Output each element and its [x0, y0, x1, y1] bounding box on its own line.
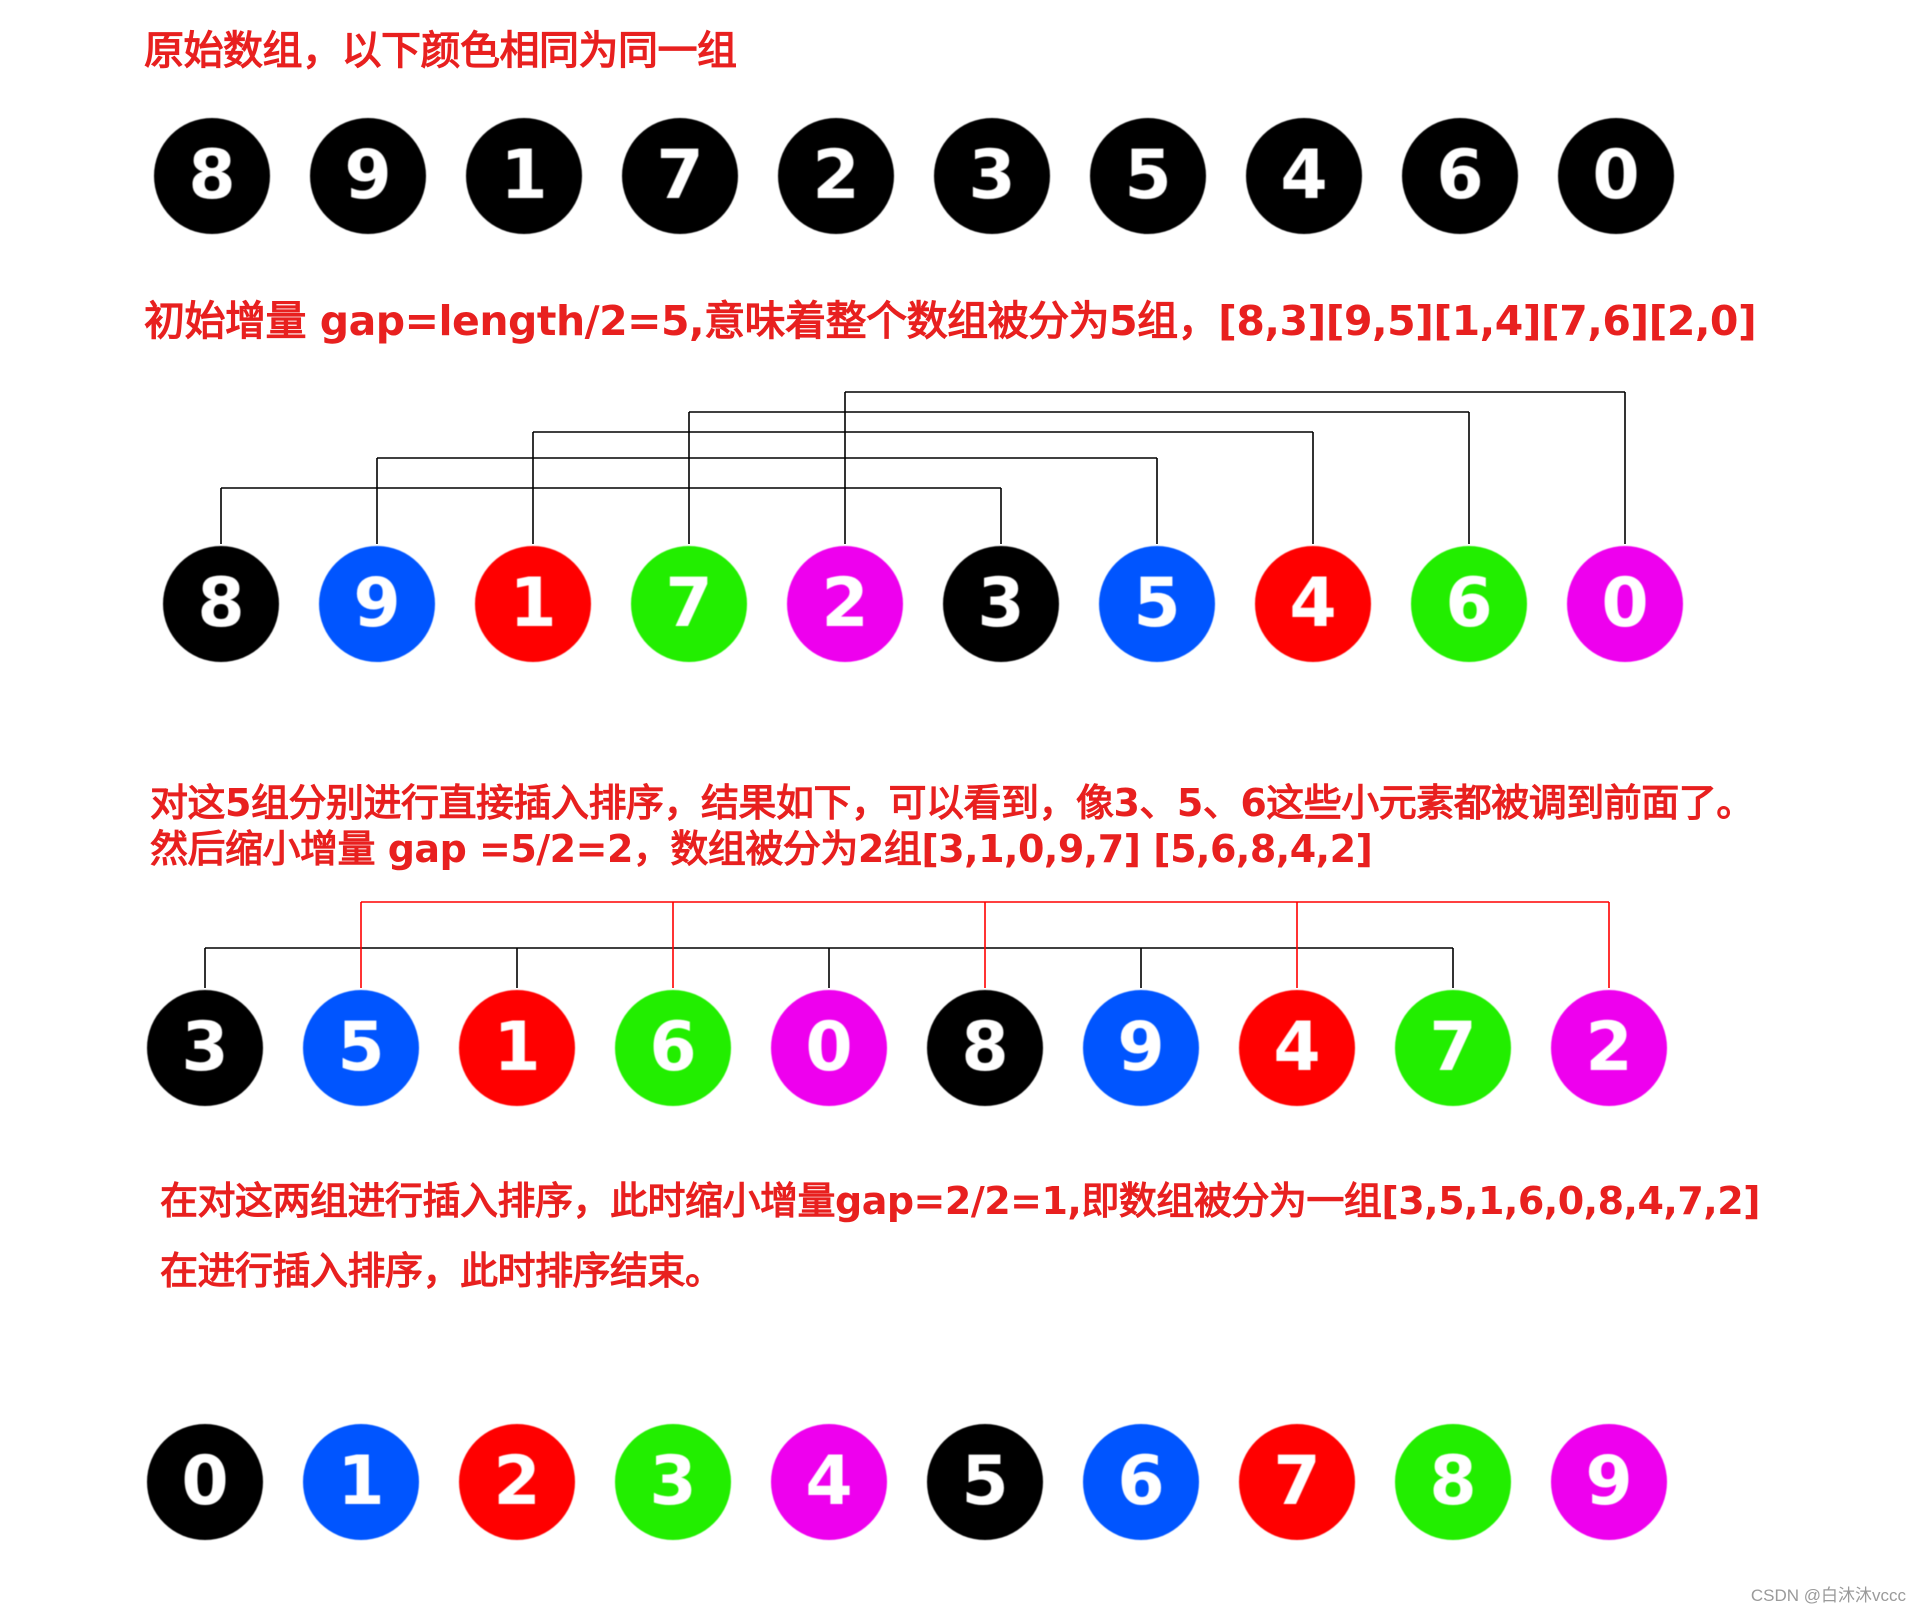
ball-row2-5: 2	[787, 546, 903, 662]
ball-row4-6: 5	[927, 1424, 1043, 1540]
ball-row3-10: 2	[1551, 990, 1667, 1106]
ball-value: 8	[961, 1008, 1009, 1087]
ball-row3-1: 3	[147, 990, 263, 1106]
ball-value: 4	[1273, 1008, 1321, 1087]
ball-row1-6: 3	[934, 118, 1050, 234]
ball-row1-9: 6	[1402, 118, 1518, 234]
ball-row3-8: 4	[1239, 990, 1355, 1106]
ball-row2-8: 4	[1255, 546, 1371, 662]
ball-value: 7	[1429, 1008, 1477, 1087]
ball-row1-3: 1	[466, 118, 582, 234]
caption-gap-5: 初始增量 gap=length/2=5,意味着整个数组被分为5组，[8,3][9…	[144, 297, 1757, 345]
ball-value: 2	[812, 136, 860, 215]
ball-value: 4	[1289, 564, 1337, 643]
ball-value: 6	[1436, 136, 1484, 215]
ball-value: 5	[337, 1008, 385, 1087]
ball-value: 7	[665, 564, 713, 643]
ball-row2-9: 6	[1411, 546, 1527, 662]
ball-row4-3: 2	[459, 1424, 575, 1540]
ball-value: 6	[1117, 1442, 1165, 1521]
ball-value: 8	[188, 136, 236, 215]
ball-value: 6	[1445, 564, 1493, 643]
ball-value: 1	[337, 1442, 385, 1521]
ball-row3-7: 9	[1083, 990, 1199, 1106]
ball-row3-4: 6	[615, 990, 731, 1106]
ball-row4-4: 3	[615, 1424, 731, 1540]
ball-row4-9: 8	[1395, 1424, 1511, 1540]
caption-after-gap5-line2: 然后缩小增量 gap =5/2=2，数组被分为2组[3,1,0,9,7] [5,…	[150, 827, 1373, 871]
ball-row1-2: 9	[310, 118, 426, 234]
watermark: CSDN @白沐沐vccc	[1750, 1586, 1906, 1605]
ball-row2-10: 0	[1567, 546, 1683, 662]
ball-value: 7	[656, 136, 704, 215]
ball-value: 1	[500, 136, 548, 215]
ball-row3-5: 0	[771, 990, 887, 1106]
ball-row2-3: 1	[475, 546, 591, 662]
ball-row3-2: 5	[303, 990, 419, 1106]
ball-value: 9	[344, 136, 392, 215]
ball-row2-1: 8	[163, 546, 279, 662]
ball-value: 1	[509, 564, 557, 643]
ball-row1-1: 8	[154, 118, 270, 234]
ball-row4-2: 1	[303, 1424, 419, 1540]
ball-row1-10: 0	[1558, 118, 1674, 234]
ball-row2-6: 3	[943, 546, 1059, 662]
ball-value: 4	[1280, 136, 1328, 215]
ball-value: 3	[977, 564, 1025, 643]
ball-value: 9	[353, 564, 401, 643]
caption-gap-1-line2: 在进行插入排序，此时排序结束。	[160, 1249, 723, 1293]
ball-value: 2	[493, 1442, 541, 1521]
caption-gap-1-line1: 在对这两组进行插入排序，此时缩小增量gap=2/2=1,即数组被分为一组[3,5…	[160, 1179, 1761, 1223]
ball-value: 7	[1273, 1442, 1321, 1521]
ball-row3-6: 8	[927, 990, 1043, 1106]
ball-row4-5: 4	[771, 1424, 887, 1540]
ball-value: 5	[1133, 564, 1181, 643]
ball-value: 5	[961, 1442, 1009, 1521]
ball-value: 8	[1429, 1442, 1477, 1521]
ball-value: 9	[1585, 1442, 1633, 1521]
ball-row3-9: 7	[1395, 990, 1511, 1106]
ball-row2-7: 5	[1099, 546, 1215, 662]
ball-value: 0	[1601, 564, 1649, 643]
ball-row4-8: 7	[1239, 1424, 1355, 1540]
caption-after-gap5-line1: 对这5组分别进行直接插入排序，结果如下，可以看到，像3、5、6这些小元素都被调到…	[150, 781, 1754, 825]
ball-value: 4	[805, 1442, 853, 1521]
ball-row4-1: 0	[147, 1424, 263, 1540]
ball-value: 6	[649, 1008, 697, 1087]
ball-row4-10: 9	[1551, 1424, 1667, 1540]
ball-value: 9	[1117, 1008, 1165, 1087]
ball-row2-2: 9	[319, 546, 435, 662]
ball-row1-8: 4	[1246, 118, 1362, 234]
ball-value: 2	[821, 564, 869, 643]
ball-value: 3	[181, 1008, 229, 1087]
ball-row3-3: 1	[459, 990, 575, 1106]
ball-value: 0	[1592, 136, 1640, 215]
ball-value: 3	[968, 136, 1016, 215]
ball-row1-5: 2	[778, 118, 894, 234]
ball-value: 0	[181, 1442, 229, 1521]
ball-value: 3	[649, 1442, 697, 1521]
ball-value: 1	[493, 1008, 541, 1087]
ball-row1-4: 7	[622, 118, 738, 234]
ball-value: 2	[1585, 1008, 1633, 1087]
ball-value: 0	[805, 1008, 853, 1087]
ball-value: 5	[1124, 136, 1172, 215]
ball-value: 8	[197, 564, 245, 643]
ball-row1-7: 5	[1090, 118, 1206, 234]
caption-original-array: 原始数组，以下颜色相同为同一组	[144, 28, 737, 74]
ball-row2-4: 7	[631, 546, 747, 662]
ball-row4-7: 6	[1083, 1424, 1199, 1540]
